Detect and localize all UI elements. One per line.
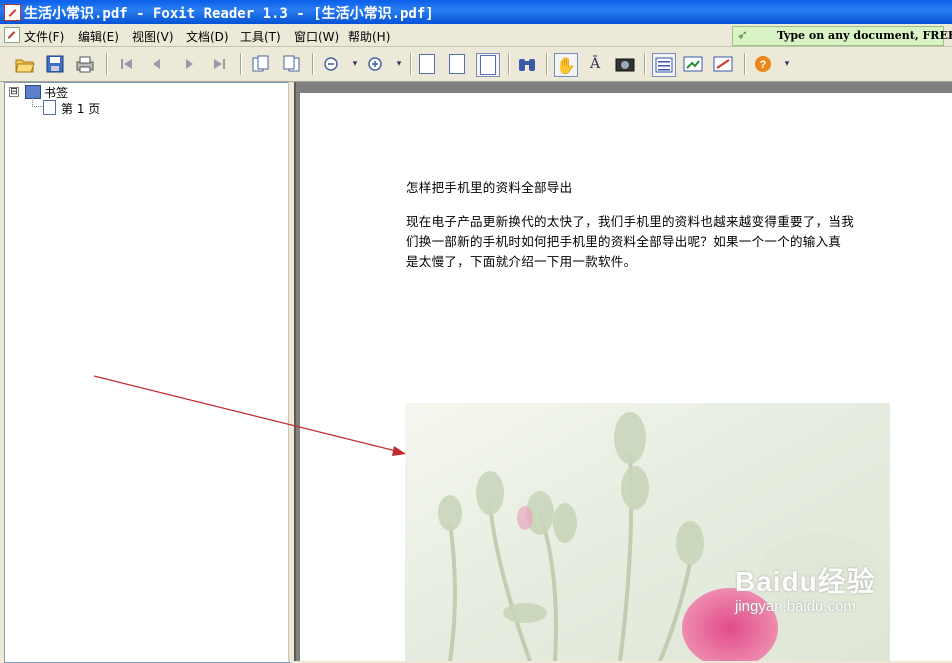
bookmark-item-page-1[interactable]: 第 1 页 [43, 100, 100, 117]
menu-bar: 文件(F) 编辑(E) 视图(V) 文档(D) 工具(T) 窗口(W) 帮助(H… [0, 24, 952, 47]
thumbnails-panel-icon[interactable] [682, 53, 704, 75]
toolbar-separator [240, 53, 242, 75]
rotate-page-left-icon[interactable] [280, 53, 302, 75]
flower-image [405, 403, 890, 661]
bookmarks-panel-icon[interactable] [652, 53, 676, 77]
chevron-down-icon[interactable]: ▾ [388, 53, 410, 75]
bookmarks-pane: ⊟ 书签 第 1 页 [4, 82, 290, 663]
toolbar-separator [744, 53, 746, 75]
document-heading: 怎样把手机里的资料全部导出 [406, 180, 573, 195]
svg-text:?: ? [760, 59, 767, 71]
document-paragraph-line-1: 现在电子产品更新换代的太快了，我们手机里的资料也越来越变得重要了，当我 [406, 214, 855, 229]
app-icon [4, 4, 21, 21]
page-icon [43, 100, 56, 115]
first-page-icon[interactable] [116, 53, 138, 75]
snapshot-icon[interactable] [614, 53, 636, 75]
menu-file[interactable]: 文件(F) [24, 28, 64, 45]
document-paragraph-line-2: 们换一部新的手机时如何把手机里的资料全部导出呢？如果一个一个的输入真 [406, 234, 842, 249]
title-bar[interactable]: 生活小常识.pdf - Foxit Reader 1.3 - [生活小常识.pd… [0, 0, 952, 24]
toolbar-separator [106, 53, 108, 75]
prev-page-icon[interactable] [146, 53, 168, 75]
menu-document[interactable]: 文档(D) [186, 28, 229, 45]
layers-panel-icon[interactable] [712, 53, 734, 75]
menu-view[interactable]: 视图(V) [132, 28, 174, 45]
text-select-icon[interactable]: Ā [584, 53, 606, 75]
bookmark-item-label: 第 1 页 [61, 102, 101, 116]
rotate-page-icon[interactable] [250, 53, 272, 75]
save-icon[interactable] [44, 53, 66, 75]
toolbar-separator [508, 53, 510, 75]
menu-edit[interactable]: 编辑(E) [78, 28, 119, 45]
menu-tools[interactable]: 工具(T) [240, 28, 281, 45]
tree-line [32, 98, 43, 107]
document-paragraph-line-3: 是太慢了，下面就介绍一下用一款软件。 [406, 254, 637, 269]
menu-help[interactable]: 帮助(H) [348, 28, 390, 45]
bookmarks-root-label: 书签 [44, 86, 69, 100]
actual-size-icon[interactable] [416, 53, 438, 75]
toolbar-separator [546, 53, 548, 75]
collapse-toggle[interactable]: ⊟ [9, 87, 19, 97]
zoom-out-icon[interactable] [320, 53, 342, 75]
toolbar-separator [410, 53, 412, 75]
toolbar: ▾ ▾ ✋ Ā ? ▾ [0, 47, 952, 82]
toolbar-separator [644, 53, 646, 75]
watermark-url: jingyan.baidu.com [735, 598, 856, 615]
print-icon[interactable] [74, 53, 96, 75]
send-icon: ➶ [737, 28, 748, 43]
ad-banner[interactable]: ➶ Type on any document, FREE! [732, 26, 952, 46]
ad-text: Type on any document, FREE! [777, 29, 952, 42]
zoom-in-icon[interactable] [364, 53, 386, 75]
menu-window[interactable]: 窗口(W) [294, 28, 339, 45]
fit-width-icon[interactable] [476, 53, 500, 77]
help-icon[interactable]: ? [752, 53, 774, 75]
last-page-icon[interactable] [208, 53, 230, 75]
watermark-brand: Baidu经验 [735, 566, 876, 597]
hand-tool-icon[interactable]: ✋ [554, 53, 578, 77]
folder-open-icon[interactable] [14, 53, 36, 75]
fit-page-icon[interactable] [446, 53, 468, 75]
chevron-down-icon[interactable]: ▾ [344, 53, 366, 75]
baidu-watermark: Baidu经验 jingyan.baidu.com [735, 560, 876, 615]
window-title: 生活小常识.pdf - Foxit Reader 1.3 - [生活小常识.pd… [24, 6, 434, 22]
book-icon [25, 85, 41, 99]
toolbar-separator [312, 53, 314, 75]
next-page-icon[interactable] [178, 53, 200, 75]
binoculars-icon[interactable] [516, 53, 538, 75]
document-menu-icon[interactable] [4, 27, 20, 43]
chevron-down-icon[interactable]: ▾ [776, 53, 798, 75]
